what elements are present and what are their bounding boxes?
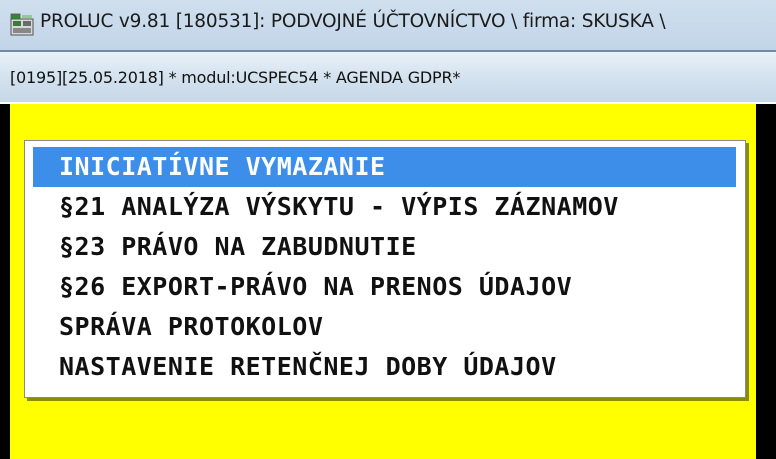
status-bar: [0195][25.05.2018] * modul:UCSPEC54 * AG… xyxy=(0,52,776,102)
menu-item-occurrence-analysis[interactable]: §21 ANALÝZA VÝSKYTU - VÝPIS ZÁZNAMOV xyxy=(33,187,736,227)
frame-border-right xyxy=(756,104,776,459)
menu-item-protocol-management[interactable]: SPRÁVA PROTOKOLOV xyxy=(33,307,736,347)
gdpr-menu: INICIATÍVNE VYMAZANIE §21 ANALÝZA VÝSKYT… xyxy=(24,140,746,398)
app-icon[interactable] xyxy=(10,13,34,37)
menu-item-right-to-be-forgotten[interactable]: §23 PRÁVO NA ZABUDNUTIE xyxy=(33,227,736,267)
title-bar[interactable]: PROLUC v9.81 [180531]: PODVOJNÉ ÚČTOVNÍC… xyxy=(0,0,776,50)
menu-item-retention-settings[interactable]: NASTAVENIE RETENČNEJ DOBY ÚDAJOV xyxy=(33,347,736,387)
frame-border-left xyxy=(0,104,10,459)
window-title: PROLUC v9.81 [180531]: PODVOJNÉ ÚČTOVNÍC… xyxy=(40,11,666,32)
menu-item-export-data-portability[interactable]: §26 EXPORT-PRÁVO NA PRENOS ÚDAJOV xyxy=(33,267,736,307)
app-window: PROLUC v9.81 [180531]: PODVOJNÉ ÚČTOVNÍC… xyxy=(0,0,776,459)
menu-item-initiative-deletion[interactable]: INICIATÍVNE VYMAZANIE xyxy=(33,147,736,187)
status-text: [0195][25.05.2018] * modul:UCSPEC54 * AG… xyxy=(10,68,461,87)
